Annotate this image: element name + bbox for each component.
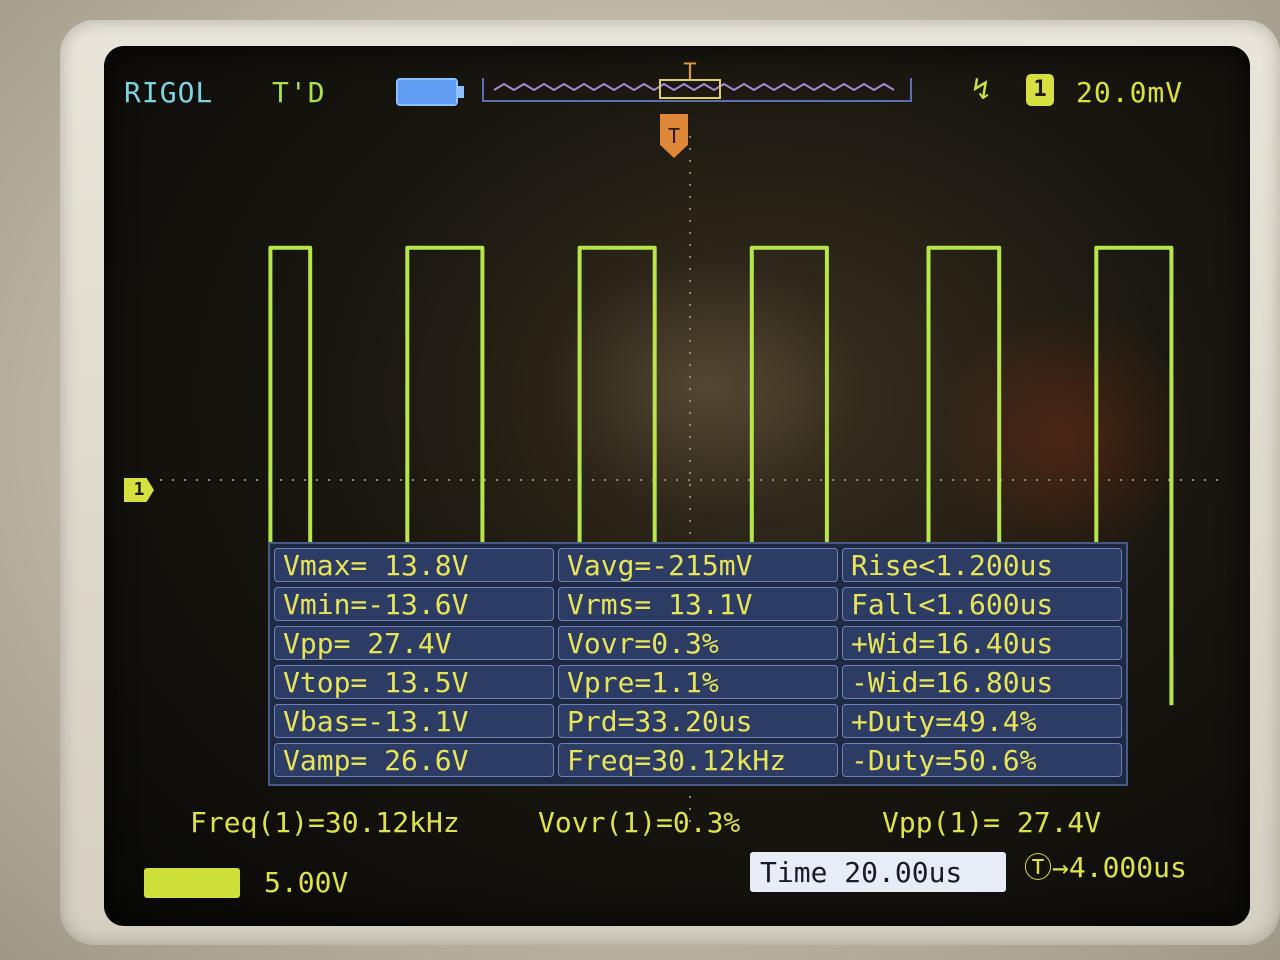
measurement-vmax: Vmax= 13.8V [274,548,554,582]
measurement-fall: Fall<1.600us [842,587,1122,621]
measurement-vpp: Vpp= 27.4V [274,626,554,660]
measurement-freq: Freq=30.12kHz [558,743,838,777]
trigger-status: T'D [272,76,326,109]
measurement-period: Prd=33.20us [558,704,838,738]
measurement-vamp: Vamp= 26.6V [274,743,554,777]
channel1-scale: 5.00V [264,866,349,899]
measurement-neg-duty: -Duty=50.6% [842,743,1122,777]
measurement-pos-width: +Wid=16.40us [842,626,1122,660]
trigger-level: 20.0mV [1076,76,1184,109]
measurement-pos-duty: +Duty=49.4% [842,704,1122,738]
measurement-vtop: Vtop= 13.5V [274,665,554,699]
measurement-vavg: Vavg=-215mV [558,548,838,582]
measurement-row: Vbas=-13.1V Prd=33.20us +Duty=49.4% [270,702,1126,740]
measurement-row: Vmin=-13.6V Vrms= 13.1V Fall<1.600us [270,585,1126,623]
measurement-row: Vtop= 13.5V Vpre=1.1% -Wid=16.80us [270,663,1126,701]
measurement-row: Vpp= 27.4V Vovr=0.3% +Wid=16.40us [270,624,1126,662]
measurement-row: Vmax= 13.8V Vavg=-215mV Rise<1.200us [270,546,1126,584]
trigger-position-marker: T [683,60,697,85]
oscilloscope-screen: RIGOL T'D T T ↯ 1 20.0mV 1 Vmax= 13.8V V… [104,46,1250,926]
measurement-vovr: Vovr=0.3% [558,626,838,660]
brand-label: RIGOL [124,76,214,109]
bottom-vovr-readout: Vovr(1)=0.3% [538,806,741,839]
measurement-rise: Rise<1.200us [842,548,1122,582]
measurement-panel: Vmax= 13.8V Vavg=-215mV Rise<1.200us Vmi… [268,542,1128,786]
measurement-vmin: Vmin=-13.6V [274,587,554,621]
timebase-label: Time 20.00us [760,856,963,889]
channel1-icon [144,868,240,898]
rising-edge-icon: ↯ [972,72,991,107]
bottom-freq-readout: Freq(1)=30.12kHz [190,806,460,839]
measurement-row: Vamp= 26.6V Freq=30.12kHz -Duty=50.6% [270,741,1126,779]
trigger-channel-badge: 1 [1026,74,1054,106]
measurement-vrms: Vrms= 13.1V [558,587,838,621]
measurement-vbase: Vbas=-13.1V [274,704,554,738]
bottom-vpp-readout: Vpp(1)= 27.4V [882,806,1102,839]
timebase-box: Time 20.00us [750,852,1006,892]
waveform-plot [160,136,1220,824]
measurement-vpre: Vpre=1.1% [558,665,838,699]
trigger-offset: Ⓣ→4.000us [1024,851,1187,884]
memory-icon [396,78,464,106]
measurement-neg-width: -Wid=16.80us [842,665,1122,699]
